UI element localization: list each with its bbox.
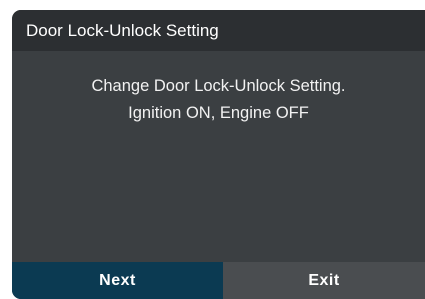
dialog-message: Change Door Lock-Unlock Setting. Ignitio… bbox=[12, 73, 425, 127]
message-line-instruction: Change Door Lock-Unlock Setting. bbox=[91, 77, 346, 95]
door-lock-setting-dialog: Door Lock-Unlock Setting Change Door Loc… bbox=[12, 10, 425, 299]
dialog-title: Door Lock-Unlock Setting bbox=[26, 20, 219, 40]
next-button[interactable]: Next bbox=[12, 262, 223, 299]
exit-button[interactable]: Exit bbox=[223, 262, 425, 299]
exit-button-label: Exit bbox=[308, 271, 340, 289]
dialog-title-bar: Door Lock-Unlock Setting bbox=[12, 10, 425, 51]
dialog-button-bar: Next Exit bbox=[12, 262, 425, 299]
next-button-label: Next bbox=[99, 271, 136, 289]
message-line-condition: Ignition ON, Engine OFF bbox=[128, 104, 309, 122]
